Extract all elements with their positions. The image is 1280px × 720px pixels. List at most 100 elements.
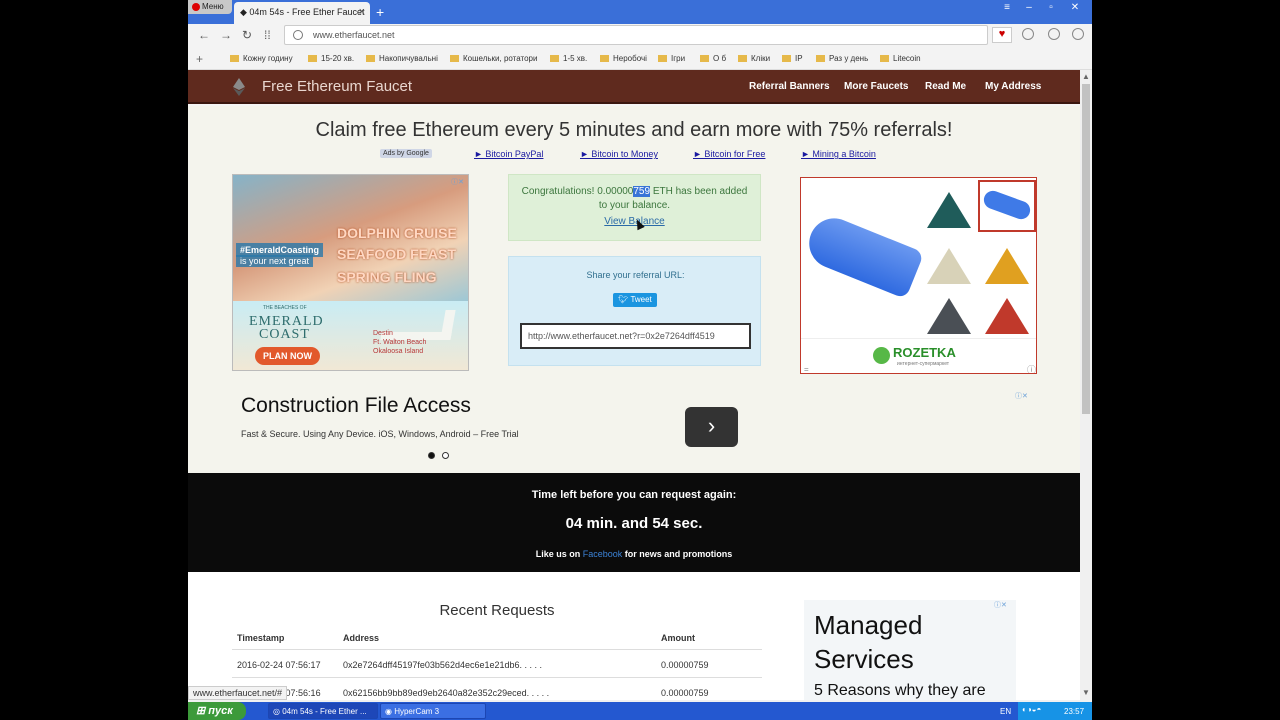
ad-link[interactable]: ► Bitcoin PayPal [474,149,543,159]
facebook-link[interactable]: Facebook [583,549,623,559]
text-ad-arrow-button[interactable]: › [685,407,738,447]
scroll-down-arrow-icon[interactable]: ▼ [1082,688,1090,697]
ad-info-icon[interactable]: ⓘ [1027,363,1036,373]
address-bar-row: ← → ↻ ⁞⁞ www.etherfaucet.net ♥ [188,24,1092,46]
bookmark-folder[interactable]: Неробочі [600,54,647,63]
ad-menu-icon[interactable]: = [804,365,809,373]
address-input[interactable]: www.etherfaucet.net [284,25,988,45]
start-button[interactable]: ⊞ пуск [188,702,246,720]
site-title[interactable]: Free Ethereum Faucet [262,78,412,95]
bookmark-folder[interactable]: Накопичувальні [366,54,438,63]
system-tray: ◐◑◒◓ 23:57 [1018,702,1092,720]
windows-logo-icon: ⊞ [196,705,209,717]
text-ad-subtitle: Fast & Secure. Using Any Device. iOS, Wi… [241,429,519,439]
tray-icons[interactable]: ◐◑◒◓ [1022,705,1041,714]
download-icon[interactable] [1048,28,1060,40]
bookmark-folder[interactable]: Litecoin [880,54,921,63]
rozetka-banner-ad[interactable]: ROZETKA интернет-супермаркет = ⓘ [800,177,1037,374]
scroll-up-arrow-icon[interactable]: ▲ [1082,72,1090,81]
nav-referral-banners[interactable]: Referral Banners [749,81,830,92]
vpn-globe-icon[interactable] [1022,28,1034,40]
row-amount: 0.00000759 [661,688,709,698]
web-page: Free Ethereum Faucet Referral Banners Mo… [188,70,1080,700]
language-indicator[interactable]: EN [1000,707,1011,716]
ad-line: DOLPHIN CRUISE [337,225,457,241]
nav-more-faucets[interactable]: More Faucets [844,81,908,92]
plan-now-button[interactable]: PLAN NOW [255,347,320,365]
carousel-dot[interactable] [442,452,449,459]
row-address: 0x2e7264dff45197fe03b562d4ec6e1e21db6. .… [343,660,543,670]
forward-arrow-icon[interactable]: → [220,28,232,42]
ad-brand: EMERALD COAST [249,315,324,342]
bookmark-folder[interactable]: 15-20 хв. [308,54,354,63]
managed-ad-heading[interactable]: Managed Services [814,608,964,676]
page-scrollbar[interactable]: ▲ ▼ [1080,70,1092,700]
tent-thumbnail[interactable] [979,236,1036,290]
taskbar-item-browser[interactable]: ◎ 04m 54s - Free Ether ... [268,703,378,719]
site-info-icon[interactable] [293,30,303,40]
taskbar-item-label: 04m 54s - Free Ether ... [282,707,367,716]
back-arrow-icon[interactable]: ← [198,28,210,42]
tent-thumbnail[interactable] [921,236,979,290]
close-window-button[interactable]: ✕ [1066,2,1084,14]
filter-icon[interactable]: ≡ [998,2,1016,14]
profile-icon[interactable] [1072,28,1084,40]
managed-services-ad[interactable]: Managed Services 5 Reasons why they are … [804,600,1016,700]
ethereum-tab-icon: ◆ [240,7,250,17]
table-divider [232,649,762,650]
nav-read-me[interactable]: Read Me [925,81,966,92]
scrollbar-thumb[interactable] [1082,84,1090,414]
tent-thumbnail[interactable] [979,286,1036,340]
ad-line: SPRING FLING [337,269,437,285]
rozetka-subtitle: интернет-супермаркет [897,361,950,367]
bookmark-folder[interactable]: 1-5 хв. [550,54,587,63]
bookmark-heart-icon[interactable]: ♥ [992,27,1012,43]
speed-dial-grid-icon[interactable]: ⁞⁞ [264,28,271,42]
column-header-address: Address [343,633,380,643]
ad-link[interactable]: ► Bitcoin to Money [580,149,658,159]
adchoices-icon[interactable]: ⓘ✕ [451,177,464,187]
ad-link[interactable]: ► Bitcoin for Free [693,149,765,159]
ad-footer: ROZETKA интернет-супермаркет = ⓘ [801,338,1036,373]
ads-by-google-label[interactable]: Ads by Google [380,149,432,158]
row-address: 0x62156bb9bb89ed9eb2640a82e352c29eced. .… [343,688,550,698]
new-tab-button[interactable]: + [376,4,384,20]
ad-brand-top: THE BEACHES OF [263,305,307,311]
text-ad-title[interactable]: Construction File Access [241,394,471,418]
tweet-button[interactable]: 🐦︎ Tweet [613,293,657,307]
browser-tab-active[interactable]: ◆ 04m 54s - Free Ether Faucet × [234,2,370,24]
tent-thumbnail[interactable] [921,286,979,340]
bookmark-folder[interactable]: Раз у день [816,54,868,63]
row-timestamp: 2016-02-24 07:56:17 [237,660,321,670]
bookmark-folder[interactable]: Кошельки, ротатори [450,54,537,63]
maximize-button[interactable]: ▫ [1042,2,1060,14]
ad-brand-line2: COAST [259,327,310,342]
construction-text-ad[interactable]: Construction File Access Fast & Secure. … [232,391,1038,471]
managed-ad-text: 5 Reasons why they are [814,682,986,699]
browser-titlebar: Меню ◆ 04m 54s - Free Ether Faucet × + ≡… [188,0,1092,24]
ad-link[interactable]: ► Mining a Bitcoin [801,149,876,159]
taskbar-item-hypercam[interactable]: ◉ HyperCam 3 [380,703,486,719]
minimize-button[interactable]: – [1020,2,1038,14]
add-bookmark-icon[interactable]: + [196,52,203,66]
facebook-promo: Like us on Facebook for news and promoti… [188,549,1080,559]
opera-logo-icon: ◎ [273,707,283,716]
bookmark-folder[interactable]: Кліки [738,54,770,63]
bookmark-folder[interactable]: Кожну годину [230,54,293,63]
referral-url-input[interactable]: http://www.etherfaucet.net?r=0x2e7264dff… [520,323,751,349]
adchoices-icon[interactable]: ⓘ✕ [994,600,1007,610]
bookmark-folder[interactable]: IP [782,54,803,63]
close-tab-icon[interactable]: × [359,6,365,18]
browser-menu-button[interactable]: Меню [188,0,232,14]
tweet-label: Tweet [630,295,652,304]
emerald-coast-banner-ad[interactable]: #EmeraldCoasting is your next great DOLP… [232,174,469,371]
alert-text-selected: 759 [633,186,651,197]
nav-my-address[interactable]: My Address [985,81,1041,92]
carousel-dot-active[interactable] [428,452,435,459]
tent-thumbnail[interactable] [921,180,979,234]
bookmark-folder[interactable]: Ігри [658,54,685,63]
adchoices-icon[interactable]: ⓘ✕ [1015,391,1028,401]
reload-icon[interactable]: ↻ [242,28,252,42]
tab-title: 04m 54s - Free Ether Faucet [249,7,365,17]
bookmark-folder[interactable]: О б [700,54,726,63]
